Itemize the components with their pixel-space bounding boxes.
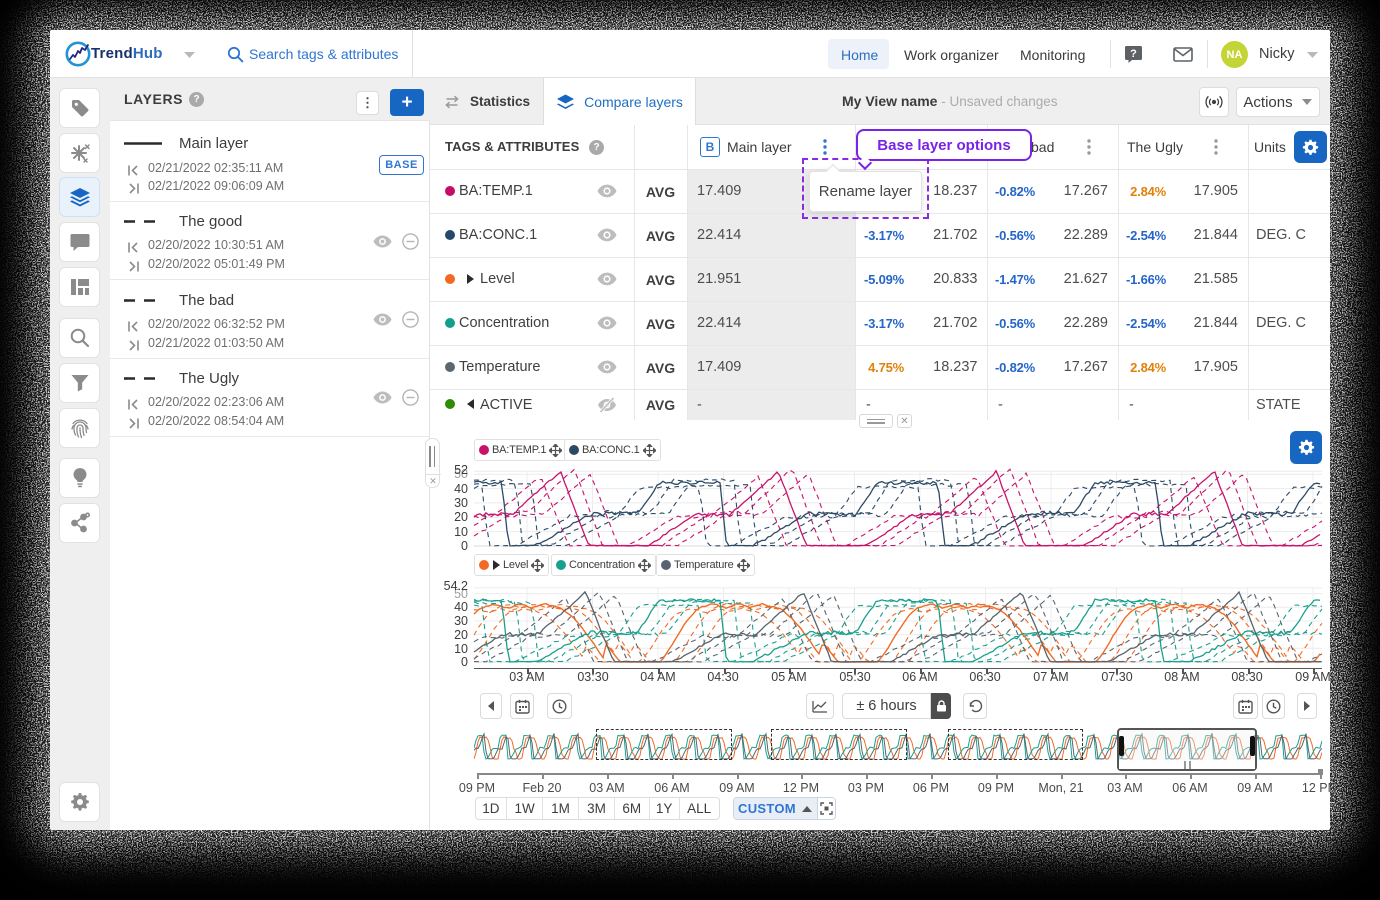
- svg-text:?: ?: [1130, 48, 1137, 60]
